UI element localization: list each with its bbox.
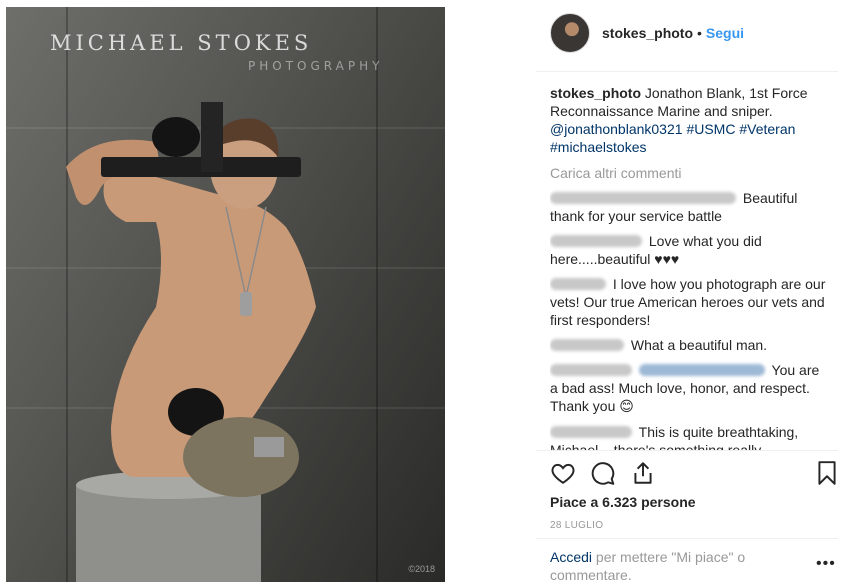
dog-tag — [240, 292, 252, 316]
post-date[interactable]: 28 LUGLIO — [550, 520, 603, 531]
post-sidebar: stokes_photo • Segui stokes_photo Jonath… — [536, 0, 843, 588]
heart-icon[interactable] — [550, 460, 578, 488]
comment-item: I love how you photograph are our vets! … — [550, 275, 828, 329]
comment-mention-blurred[interactable] — [638, 364, 765, 376]
comment-item: What a beautiful man. — [550, 336, 828, 354]
bookmark-icon[interactable] — [816, 460, 843, 488]
comment-username-blurred[interactable] — [550, 364, 632, 376]
comment-icon[interactable] — [590, 460, 618, 488]
avatar[interactable] — [550, 13, 590, 53]
watermark-title: MICHAEL STOKES — [50, 31, 313, 55]
divider — [536, 71, 838, 72]
comment-username-blurred[interactable] — [550, 339, 624, 351]
flag-patch — [254, 437, 284, 457]
model-figure — [66, 102, 316, 582]
hashtag-link[interactable]: #michaelstokes — [550, 139, 647, 155]
watermark-year: ©2018 — [408, 564, 435, 574]
glove — [152, 117, 200, 157]
separator-dot: • — [697, 25, 702, 41]
comment-username-blurred[interactable] — [550, 192, 736, 204]
post-photo[interactable]: MICHAEL STOKES PHOTOGRAPHY ©2018 — [6, 7, 445, 582]
load-more-comments-button[interactable]: Carica altri commenti — [550, 164, 828, 182]
divider — [536, 538, 838, 539]
login-prompt: Accedi per mettere "Mi piace" o commenta… — [550, 548, 800, 584]
comment-username-blurred[interactable] — [550, 426, 632, 438]
caption-mention[interactable]: @jonathonblank0321 — [550, 121, 683, 137]
more-options-icon[interactable]: ••• — [816, 555, 836, 572]
header-username[interactable]: stokes_photo — [602, 25, 693, 41]
smile-emoji: 😊 — [619, 399, 634, 415]
divider — [536, 450, 838, 451]
comment-text: What a beautiful man. — [630, 337, 768, 353]
comment-item: This is quite breathtaking, Michael... t… — [550, 423, 828, 450]
post-caption: stokes_photo Jonathon Blank, 1st Force R… — [550, 84, 828, 156]
watermark-subtitle: PHOTOGRAPHY — [248, 59, 384, 73]
share-icon[interactable] — [630, 460, 658, 488]
likes-count[interactable]: Piace a 6.323 persone — [550, 494, 696, 510]
post-header: stokes_photo • Segui — [550, 12, 830, 54]
comment-item: Love what you did here.....beautiful ♥♥♥ — [550, 232, 828, 268]
comment-item: Beautiful thank for your service battle — [550, 189, 828, 225]
rifle-stock — [201, 102, 223, 172]
comments-list[interactable]: stokes_photo Jonathon Blank, 1st Force R… — [550, 84, 828, 450]
comment-item: You are a bad ass! Much love, honor, and… — [550, 361, 828, 416]
login-link[interactable]: Accedi — [550, 549, 592, 565]
follow-button[interactable]: Segui — [706, 25, 744, 41]
hashtag-link[interactable]: #Veteran — [739, 121, 795, 137]
comment-username-blurred[interactable] — [550, 235, 642, 247]
action-bar — [550, 460, 836, 488]
comment-username-blurred[interactable] — [550, 278, 606, 290]
caption-username[interactable]: stokes_photo — [550, 85, 641, 101]
hashtag-link[interactable]: #USMC — [686, 121, 735, 137]
